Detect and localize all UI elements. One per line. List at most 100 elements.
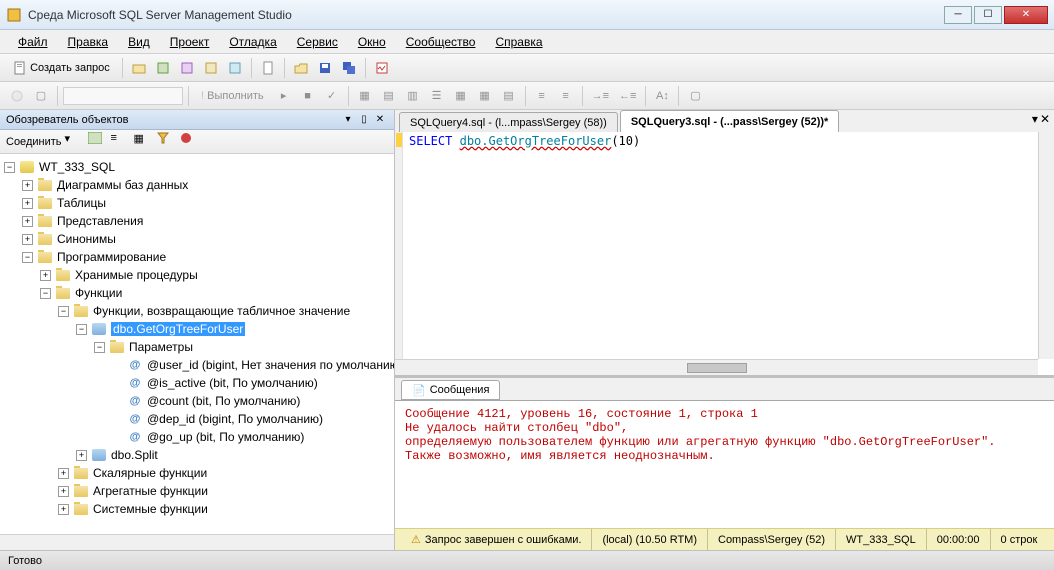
tree-tvf[interactable]: −Функции, возвращающие табличное значени… <box>0 302 394 320</box>
oe-tool-stop[interactable] <box>180 132 200 152</box>
indent-button: →≡ <box>588 85 613 107</box>
menu-view[interactable]: Вид <box>118 32 160 52</box>
tool-open-button[interactable] <box>128 57 150 79</box>
app-statusbar: Готово <box>0 550 1054 570</box>
panel-pin-icon[interactable]: ▯ <box>356 113 372 127</box>
t2-1: ▦ <box>354 85 376 107</box>
close-button[interactable]: ✕ <box>1004 6 1048 24</box>
maximize-button[interactable]: ☐ <box>974 6 1002 24</box>
status-rows: 0 строк <box>990 529 1048 550</box>
menu-window[interactable]: Окно <box>348 32 396 52</box>
results-tabs: 📄 Сообщения <box>395 378 1054 400</box>
panel-dropdown-icon[interactable]: ▾ <box>340 113 356 127</box>
tab-messages[interactable]: 📄 Сообщения <box>401 380 500 400</box>
msg-line-3: определяемую пользователем функцию или а… <box>405 435 1044 449</box>
status-time: 00:00:00 <box>926 529 990 550</box>
panel-close-icon[interactable]: ✕ <box>372 113 388 127</box>
open-folder-button[interactable] <box>290 57 312 79</box>
window-title: Среда Microsoft SQL Server Management St… <box>28 8 942 22</box>
menu-community[interactable]: Сообщество <box>396 32 486 52</box>
connect-dropdown-icon[interactable]: ▾ <box>65 132 85 152</box>
object-tree[interactable]: −WT_333_SQL +Диаграммы баз данных +Табли… <box>0 154 394 534</box>
new-file-button[interactable] <box>257 57 279 79</box>
tree-views[interactable]: +Представления <box>0 212 394 230</box>
object-explorer-title: Обозреватель объектов <box>6 114 340 126</box>
stop-button: ■ <box>297 85 319 107</box>
tree-param-is-active[interactable]: @@is_active (bit, По умолчанию) <box>0 374 394 392</box>
tree-param-go-up[interactable]: @@go_up (bit, По умолчанию) <box>0 428 394 446</box>
messages-icon: 📄 <box>412 384 426 397</box>
tool-item-2[interactable] <box>152 57 174 79</box>
sidebar-hscrollbar[interactable] <box>0 534 394 550</box>
editor-tabs: SQLQuery4.sql - (l...mpass\Sergey (58)) … <box>395 110 1054 132</box>
t2-5: ▦ <box>450 85 472 107</box>
messages-output[interactable]: Сообщение 4121, уровень 16, состояние 1,… <box>395 400 1054 528</box>
tree-programming[interactable]: −Программирование <box>0 248 394 266</box>
t2-8: A↕ <box>651 85 673 107</box>
tree-sys-fn[interactable]: +Системные функции <box>0 500 394 518</box>
menu-project[interactable]: Проект <box>160 32 220 52</box>
db-combo <box>6 85 28 107</box>
editor-vscrollbar[interactable] <box>1038 132 1054 359</box>
t2-7: ▤ <box>498 85 520 107</box>
code-keyword: SELECT <box>409 134 452 148</box>
minimize-button[interactable]: ─ <box>944 6 972 24</box>
tab-close-icon[interactable]: ✕ <box>1040 112 1050 126</box>
menu-help[interactable]: Справка <box>485 32 552 52</box>
tree-database[interactable]: −WT_333_SQL <box>0 158 394 176</box>
database-selector[interactable] <box>63 87 183 105</box>
status-result: ⚠Запрос завершен с ошибками. <box>401 529 591 550</box>
object-explorer: Обозреватель объектов ▾ ▯ ✕ Соединить ▾ … <box>0 110 395 550</box>
save-button[interactable] <box>314 57 336 79</box>
oe-tool-1[interactable] <box>88 132 108 152</box>
tree-param-dep-id[interactable]: @@dep_id (bigint, По умолчанию) <box>0 410 394 428</box>
oe-tool-2[interactable]: ≡ <box>111 132 131 152</box>
connect-label[interactable]: Соединить <box>6 136 62 148</box>
msg-line-2: Не удалось найти столбец "dbo", <box>405 421 1044 435</box>
comment-button: ≡ <box>531 85 553 107</box>
t2-2: ▤ <box>378 85 400 107</box>
oe-tool-filter[interactable] <box>157 132 177 152</box>
oe-tool-3[interactable]: ▦ <box>134 132 154 152</box>
outdent-button: ←≡ <box>615 85 640 107</box>
object-explorer-toolbar: Соединить ▾ ≡ ▦ <box>0 130 394 154</box>
menu-debug[interactable]: Отладка <box>219 32 286 52</box>
tree-fn-getorgtree[interactable]: −dbo.GetOrgTreeForUser <box>0 320 394 338</box>
save-all-button[interactable] <box>338 57 360 79</box>
msg-line-4: Также возможно, имя является неоднозначн… <box>405 449 1044 463</box>
tree-sproc[interactable]: +Хранимые процедуры <box>0 266 394 284</box>
new-query-button[interactable]: Создать запрос <box>6 57 117 79</box>
editor-code[interactable]: SELECT dbo.GetOrgTreeForUser(10) <box>403 132 646 375</box>
tool-item-5[interactable] <box>224 57 246 79</box>
menu-file[interactable]: Файл <box>8 32 58 52</box>
tree-agg-fn[interactable]: +Агрегатные функции <box>0 482 394 500</box>
t2-6: ▦ <box>474 85 496 107</box>
tree-parameters[interactable]: −Параметры <box>0 338 394 356</box>
tree-functions[interactable]: −Функции <box>0 284 394 302</box>
sql-editor[interactable]: SELECT dbo.GetOrgTreeForUser(10) <box>395 132 1054 375</box>
uncomment-button: ≡ <box>555 85 577 107</box>
warning-icon: ⚠ <box>411 533 421 546</box>
tab-query4[interactable]: SQLQuery4.sql - (l...mpass\Sergey (58)) <box>399 112 618 132</box>
tree-diagrams[interactable]: +Диаграммы баз данных <box>0 176 394 194</box>
app-icon <box>6 7 22 23</box>
activity-button[interactable] <box>371 57 393 79</box>
tool-item-4[interactable] <box>200 57 222 79</box>
tab-query3[interactable]: SQLQuery3.sql - (...pass\Sergey (52))* <box>620 110 839 132</box>
t2-b1: ▢ <box>30 85 52 107</box>
toolbar-sql-editor: ▢ ! Выполнить ▸ ■ ✓ ▦ ▤ ▥ ☰ ▦ ▦ ▤ ≡ ≡ →≡… <box>0 82 1054 110</box>
menu-edit[interactable]: Правка <box>58 32 119 52</box>
query-statusbar: ⚠Запрос завершен с ошибками. (local) (10… <box>395 528 1054 550</box>
tree-tables[interactable]: +Таблицы <box>0 194 394 212</box>
tree-scalar-fn[interactable]: +Скалярные функции <box>0 464 394 482</box>
t2-9: ▢ <box>684 85 706 107</box>
msg-line-1: Сообщение 4121, уровень 16, состояние 1,… <box>405 407 1044 421</box>
tree-fn-split[interactable]: +dbo.Split <box>0 446 394 464</box>
tree-synonyms[interactable]: +Синонимы <box>0 230 394 248</box>
tree-param-user-id[interactable]: @@user_id (bigint, Нет значения по умолч… <box>0 356 394 374</box>
tab-dropdown-icon[interactable]: ▾ <box>1032 112 1038 126</box>
tool-item-3[interactable] <box>176 57 198 79</box>
menu-tools[interactable]: Сервис <box>287 32 348 52</box>
tree-param-count[interactable]: @@count (bit, По умолчанию) <box>0 392 394 410</box>
editor-hscrollbar[interactable] <box>395 359 1038 375</box>
